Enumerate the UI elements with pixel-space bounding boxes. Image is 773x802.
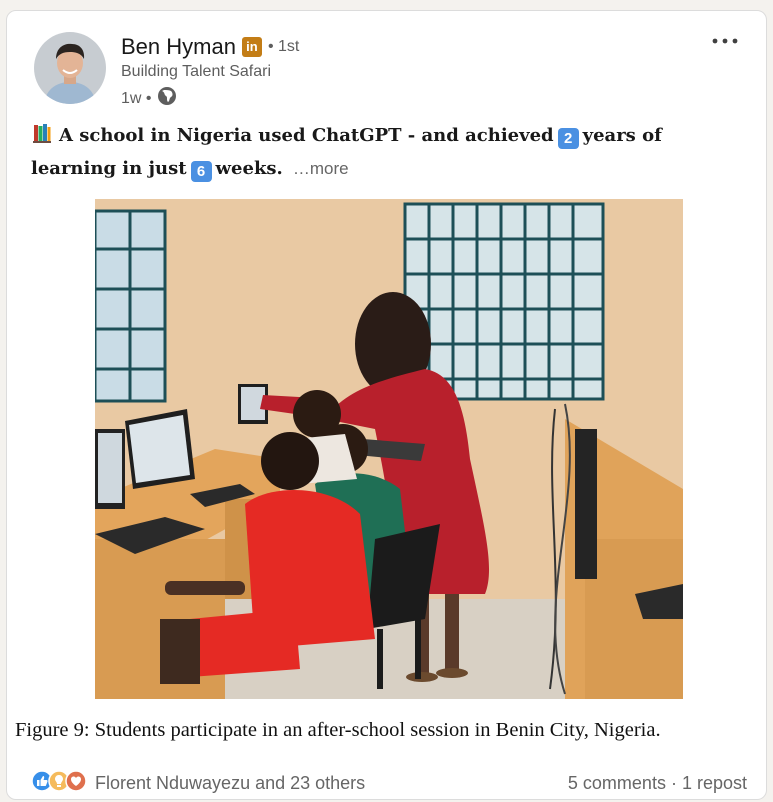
reactions-summary[interactable]: Florent Nduwayezu and 23 others	[31, 769, 366, 797]
reaction-icons	[31, 769, 87, 797]
connection-degree: • 1st	[267, 38, 300, 55]
author-avatar[interactable]	[34, 32, 106, 104]
globe-icon	[157, 86, 177, 111]
keycap-number-icon: 2	[557, 128, 579, 149]
post-text: A school in Nigeria used ChatGPT - and a…	[31, 121, 751, 184]
stats-separator: ·	[665, 772, 682, 793]
engagement-stats: 5 comments · 1 repost	[568, 773, 747, 794]
post-time: 1w •	[121, 89, 152, 107]
post-text-part3: weeks.	[215, 158, 283, 179]
reactions-text: Florent Nduwayezu and 23 others	[95, 772, 366, 793]
keycap-number-icon: 6	[190, 161, 212, 182]
love-reaction-icon	[65, 769, 87, 797]
linkedin-badge-icon: in	[241, 37, 262, 57]
social-counts-bar: Florent Nduwayezu and 23 others 5 commen…	[31, 769, 747, 797]
image-caption: Figure 9: Students participate in an aft…	[15, 719, 661, 741]
see-more-link[interactable]: …more	[293, 159, 349, 178]
post-image[interactable]	[95, 199, 683, 699]
more-options-icon[interactable]	[710, 29, 740, 53]
post-text-part1: A school in Nigeria used ChatGPT - and a…	[59, 125, 554, 146]
reposts-count-link[interactable]: 1 repost	[682, 773, 747, 794]
author-headline: Building Talent Safari	[121, 63, 272, 80]
author-name[interactable]: Ben Hyman	[121, 34, 236, 60]
books-emoji-icon	[31, 122, 53, 154]
post-meta: 1w •	[121, 86, 177, 111]
comments-count-link[interactable]: 5 comments	[568, 773, 666, 794]
post-card: Ben Hyman in • 1st Building Talent Safar…	[6, 10, 767, 800]
author-line: Ben Hyman in • 1st	[121, 33, 299, 61]
